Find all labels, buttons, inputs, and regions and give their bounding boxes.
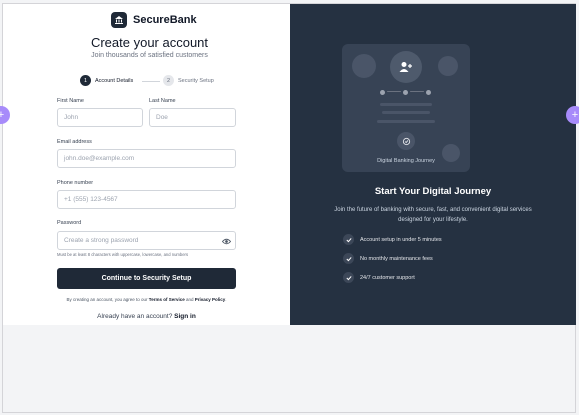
- check-icon: [343, 234, 354, 245]
- step-label: Account Details: [95, 77, 134, 84]
- terms-link[interactable]: Terms of Service: [149, 297, 185, 302]
- progress-line: [410, 91, 424, 92]
- step-account-details: 1 Account Details: [80, 75, 133, 86]
- password-hint: Must be at least 8 characters with upper…: [57, 252, 189, 257]
- feature-item: 24/7 customer support: [343, 272, 415, 283]
- privacy-link[interactable]: Privacy Policy: [195, 297, 226, 302]
- email-label: Email address: [57, 139, 92, 145]
- decor-circle: [352, 54, 376, 78]
- step-number: 2: [163, 75, 174, 86]
- step-security-setup: 2 Security Setup: [163, 75, 214, 86]
- feature-item: No monthly maintenance fees: [343, 253, 433, 264]
- illustration-card: Digital Banking Journey: [342, 44, 470, 172]
- password-input[interactable]: Create a strong password: [57, 231, 236, 250]
- user-plus-icon: [390, 51, 422, 83]
- signin-prompt: Already have an account? Sign in: [0, 313, 293, 320]
- progress-dot: [426, 90, 431, 95]
- bank-icon: [111, 12, 127, 28]
- page-subtitle: Join thousands of satisfied customers: [91, 52, 208, 59]
- phone-label: Phone number: [57, 180, 94, 186]
- decor-circle: [438, 56, 458, 76]
- step-number: 1: [80, 75, 91, 86]
- plus-icon[interactable]: +: [566, 106, 579, 124]
- feature-item: Account setup in under 5 minutes: [343, 234, 442, 245]
- text-placeholder-line: [382, 111, 430, 114]
- step-label: Security Setup: [178, 77, 214, 84]
- last-name-label: Last Name: [149, 98, 176, 104]
- security-badge-icon: [397, 132, 415, 150]
- signin-text: Already have an account?: [97, 313, 175, 320]
- signin-link[interactable]: Sign in: [174, 313, 196, 320]
- phone-input[interactable]: +1 (555) 123-4567: [57, 190, 236, 209]
- check-icon: [343, 253, 354, 264]
- promo-description: Join the future of banking with secure, …: [334, 207, 532, 223]
- password-label: Password: [57, 220, 82, 226]
- text-placeholder-line: [377, 120, 435, 123]
- first-name-label: First Name: [57, 98, 84, 104]
- feature-text: Account setup in under 5 minutes: [360, 236, 442, 243]
- brand-logo[interactable]: SecureBank: [111, 12, 197, 28]
- text-placeholder-line: [380, 103, 432, 106]
- page-title: Create your account: [90, 35, 209, 50]
- promo-title: Start Your Digital Journey: [374, 186, 492, 197]
- terms-and: and: [184, 297, 195, 302]
- progress-dot: [403, 90, 408, 95]
- last-name-input[interactable]: Doe: [149, 108, 236, 127]
- terms-prefix: By creating an account, you agree to our: [66, 297, 149, 302]
- feature-text: No monthly maintenance fees: [360, 255, 433, 262]
- feature-text: 24/7 customer support: [360, 274, 415, 281]
- check-icon: [343, 272, 354, 283]
- terms-text: By creating an account, you agree to our…: [0, 297, 293, 302]
- password-placeholder: Create a strong password: [64, 237, 139, 244]
- step-connector: [142, 81, 160, 82]
- email-input[interactable]: john.doe@example.com: [57, 149, 236, 168]
- first-name-input[interactable]: John: [57, 108, 143, 127]
- continue-button[interactable]: Continue to Security Setup: [57, 268, 236, 289]
- terms-suffix: .: [225, 297, 227, 302]
- eye-icon[interactable]: [221, 236, 232, 245]
- progress-line: [387, 91, 401, 92]
- card-caption: Digital Banking Journey: [377, 158, 435, 164]
- brand-name: SecureBank: [133, 14, 197, 26]
- progress-dot: [380, 90, 385, 95]
